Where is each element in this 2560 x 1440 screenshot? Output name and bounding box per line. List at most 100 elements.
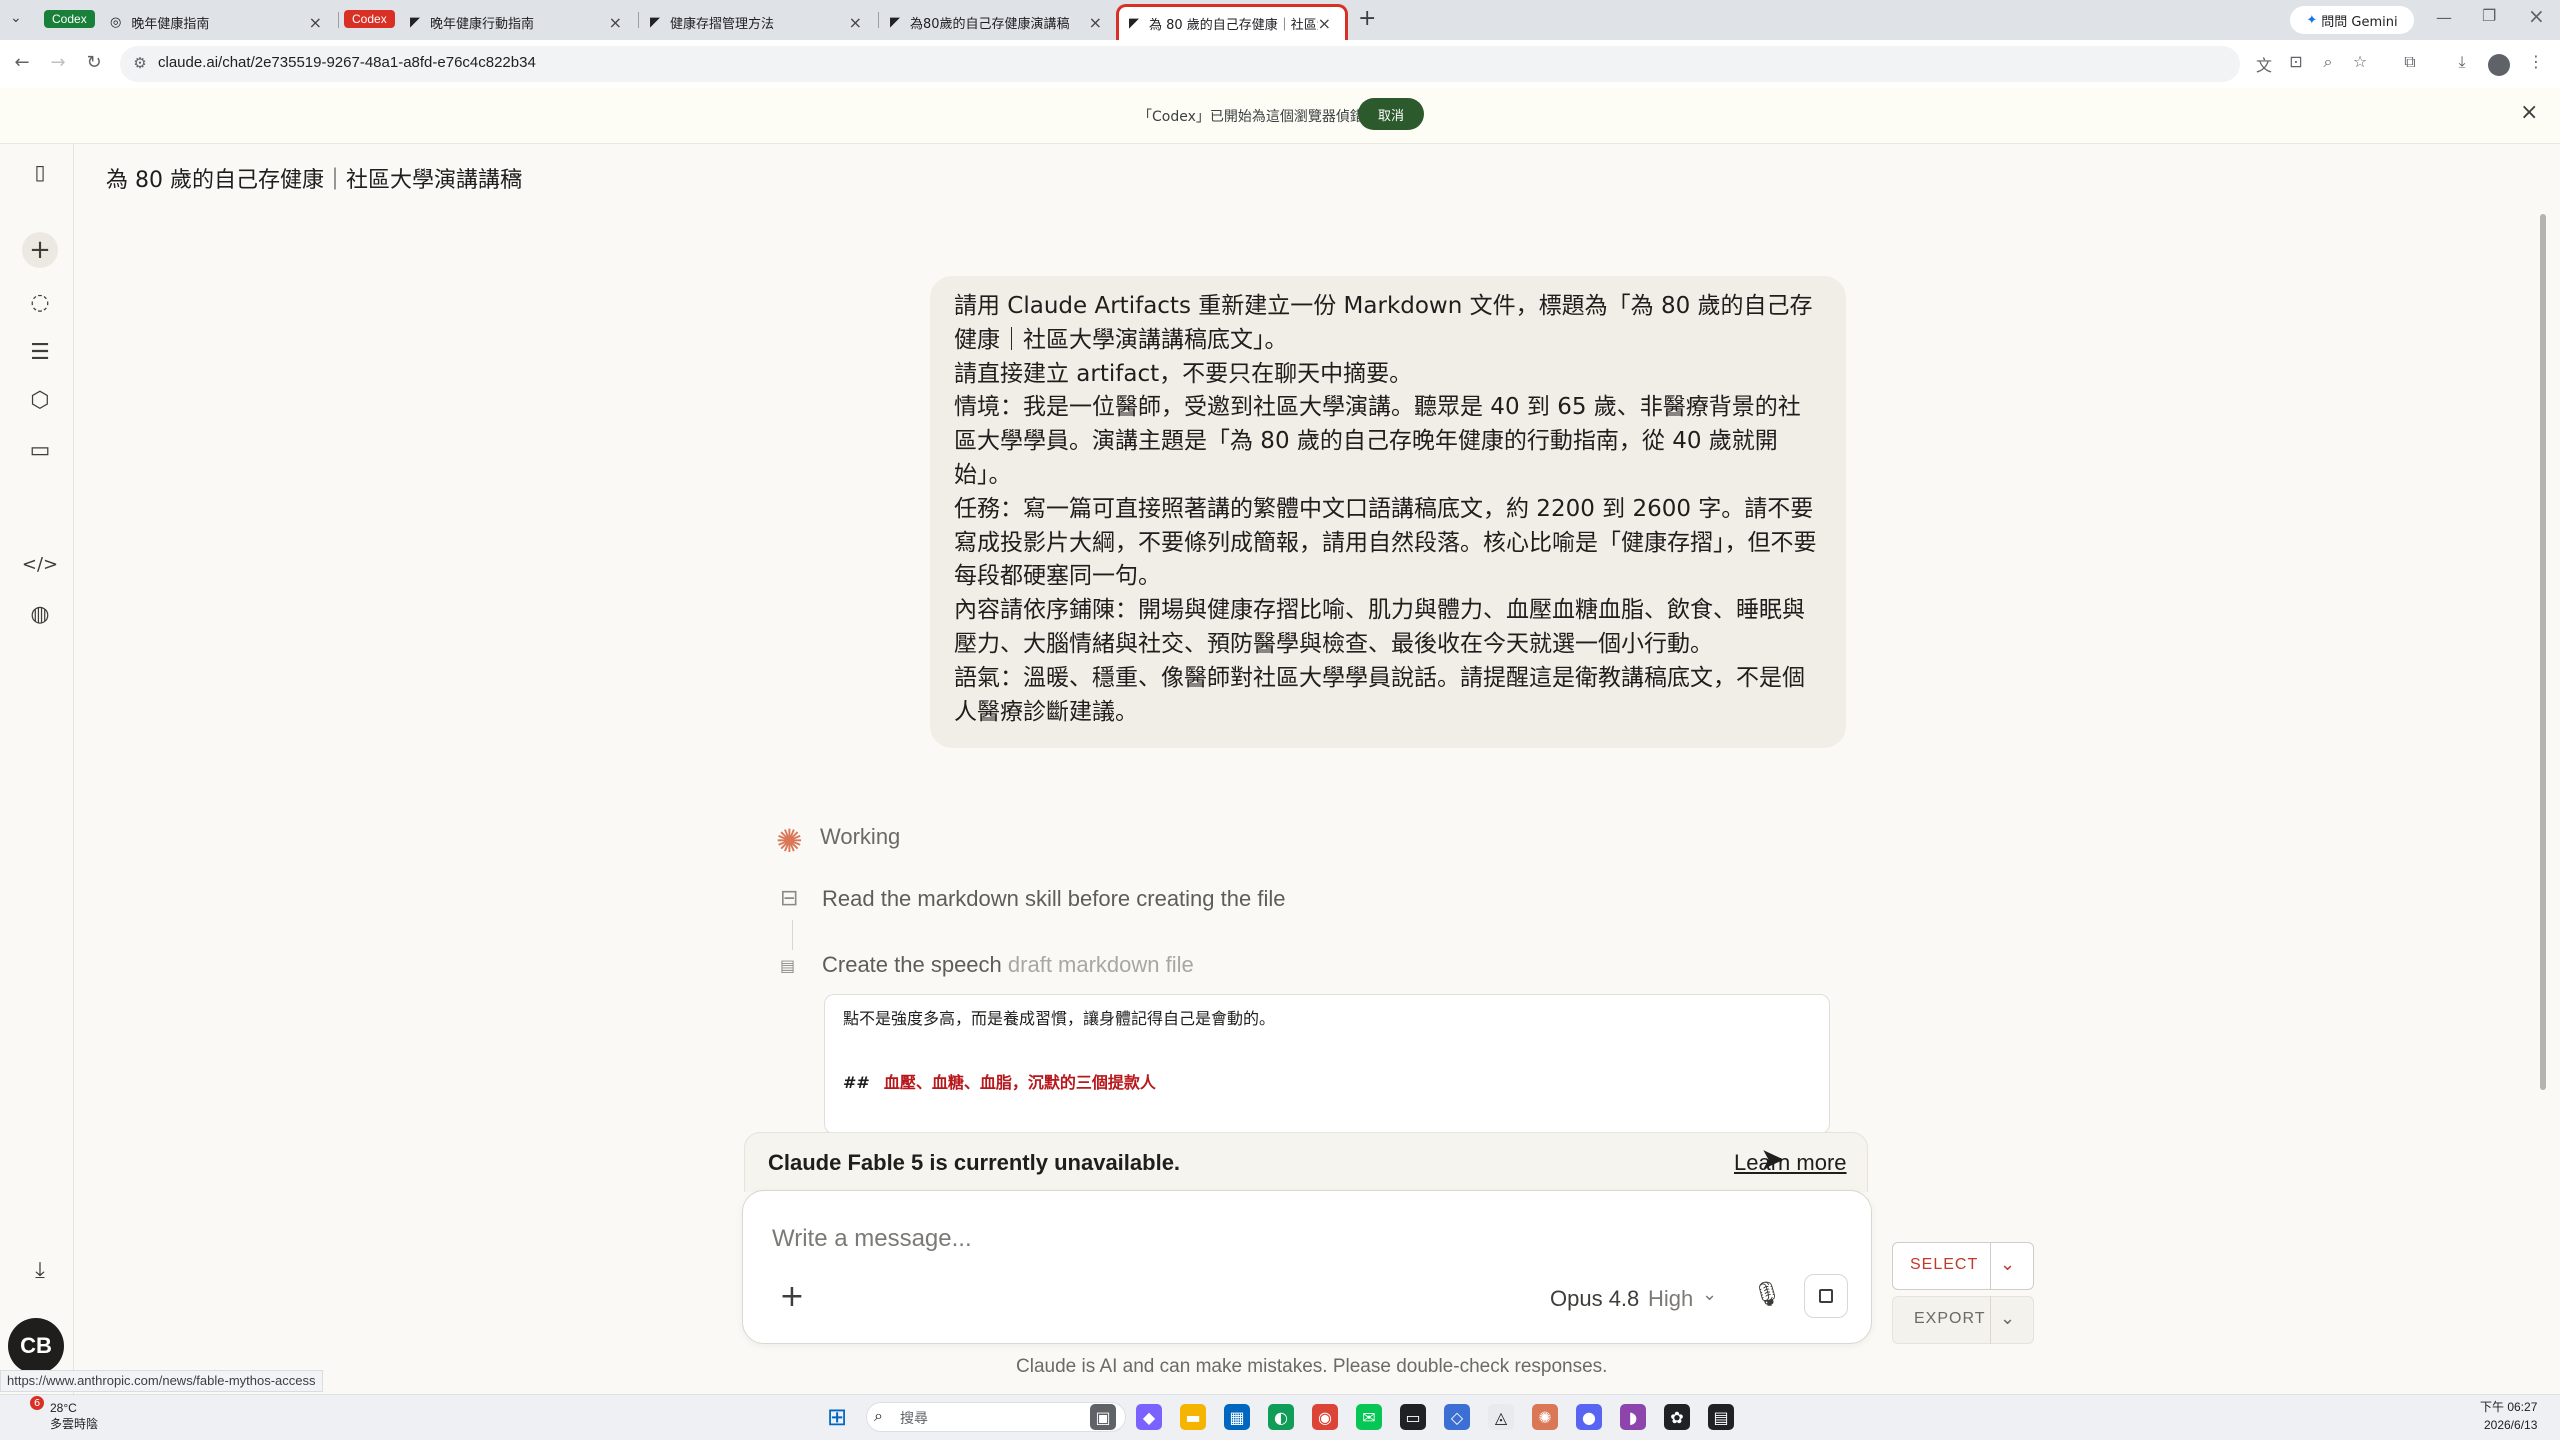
model-selector[interactable]: Opus 4.8 xyxy=(1550,1286,1639,1312)
tab-title: 晚年健康指南 xyxy=(131,16,210,32)
site-info-icon[interactable]: ⚙ xyxy=(128,54,152,72)
user-avatar[interactable]: CB xyxy=(8,1318,64,1374)
unavailable-message: Claude Fable 5 is currently unavailable. xyxy=(768,1150,1181,1175)
status-link-url: https://www.anthropic.com/news/fable-myt… xyxy=(0,1370,323,1392)
file-tree-icon: ⊟ xyxy=(780,886,799,911)
export-label[interactable]: EXPORT xyxy=(1914,1310,1986,1328)
conversation-title[interactable]: 為 80 歲的自己存健康｜社區大學演講講稿 xyxy=(106,162,522,194)
app-icon[interactable]: ▤ xyxy=(1708,1404,1734,1430)
terminal-icon[interactable]: ▭ xyxy=(1400,1404,1426,1430)
tab-title: 健康存摺管理方法 xyxy=(670,16,775,32)
select-label[interactable]: SELECT xyxy=(1910,1256,1978,1274)
composer xyxy=(742,1190,1872,1344)
widgets-app-icon[interactable]: ◆ xyxy=(1136,1404,1162,1430)
code-icon[interactable]: </> xyxy=(22,546,58,582)
chats-icon[interactable]: ◌ xyxy=(22,284,58,320)
scrollbar[interactable] xyxy=(2540,214,2546,1090)
new-tab-button[interactable]: + xyxy=(1358,6,1376,31)
tab-search-icon[interactable]: ⌄ xyxy=(10,10,22,26)
file-explorer-icon[interactable]: ▬ xyxy=(1180,1404,1206,1430)
infobar-cancel-button[interactable]: 取消 xyxy=(1358,98,1424,130)
gemini-icon: ✦ xyxy=(2306,12,2318,28)
bookmark-star-icon[interactable]: ☆ xyxy=(2348,52,2372,71)
step-read-skill: Read the markdown skill before creating … xyxy=(822,886,1286,911)
close-icon[interactable]: × xyxy=(1318,14,1331,33)
taskbar-search-placeholder: 搜尋 xyxy=(900,1411,928,1427)
openai-icon[interactable]: ✿ xyxy=(1664,1404,1690,1430)
briefcase-icon[interactable]: ▭ xyxy=(22,432,58,468)
close-icon[interactable]: × xyxy=(309,13,322,32)
edge-icon[interactable]: ◐ xyxy=(1268,1404,1294,1430)
tab-3[interactable]: ◤ 健康存摺管理方法 × xyxy=(640,4,876,40)
ask-gemini-button[interactable]: ✦ 問問 Gemini xyxy=(2290,6,2414,34)
learn-more-link[interactable]: Learn more xyxy=(1734,1150,1847,1176)
claude-icon: ◤ xyxy=(410,14,420,30)
tab-group-codex-badge-red[interactable]: Codex xyxy=(344,10,395,28)
window-close-button[interactable]: × xyxy=(2528,4,2545,28)
infobar-close-icon[interactable]: × xyxy=(2520,100,2538,125)
message-input[interactable] xyxy=(772,1222,1832,1256)
user-message-paragraph: 情境：我是一位醫師，受邀到社區大學演講。聽眾是 40 到 65 歲、非醫療背景的… xyxy=(954,394,1801,488)
chevron-down-icon[interactable]: ⌄ xyxy=(2000,1308,2015,1329)
chevron-down-icon[interactable]: ⌄ xyxy=(2000,1254,2015,1275)
projects-icon[interactable]: ☰ xyxy=(22,334,58,370)
windows-start-icon[interactable]: ⊞ xyxy=(824,1403,850,1431)
sidebar-toggle-icon[interactable]: ▯ xyxy=(22,154,58,190)
divider xyxy=(1990,1242,1991,1290)
search-icon: ⌕ xyxy=(874,1406,883,1425)
profile-avatar-icon[interactable] xyxy=(2488,54,2510,76)
extensions-icon[interactable]: ⧉ xyxy=(2398,52,2422,72)
tab-2[interactable]: ◤ 晚年健康行動指南 × xyxy=(400,4,636,40)
close-icon[interactable]: × xyxy=(1089,13,1102,32)
weather-widget[interactable]: 28°C 多雲時陰 xyxy=(50,1400,98,1432)
effort-selector[interactable]: High xyxy=(1648,1286,1693,1312)
download-icon[interactable]: ⤓ xyxy=(2450,52,2474,72)
system-clock[interactable]: 下午 06:27 2026/6/13 xyxy=(2480,1398,2537,1434)
working-status[interactable]: Working xyxy=(820,824,900,850)
close-icon[interactable]: × xyxy=(849,13,862,32)
vscode-icon[interactable]: ◇ xyxy=(1444,1404,1470,1430)
download-app-icon[interactable]: ⤓ xyxy=(22,1252,58,1288)
zoom-icon[interactable]: ⌕ xyxy=(2316,52,2340,72)
artifacts-icon[interactable]: ⬡ xyxy=(22,382,58,418)
claude-app-icon[interactable]: ✺ xyxy=(1532,1404,1558,1430)
minimize-button[interactable]: — xyxy=(2436,8,2452,27)
globe-icon: ◎ xyxy=(110,14,122,30)
install-app-icon[interactable]: ⊡ xyxy=(2284,52,2308,71)
tab-title: 為80歲的自己存健康演講稿 xyxy=(910,16,1070,32)
tab-4[interactable]: ◤ 為80歲的自己存健康演講稿 × xyxy=(880,4,1116,40)
tab-title: 晚年健康行動指南 xyxy=(430,16,535,32)
add-attachment-button[interactable]: + xyxy=(776,1279,808,1314)
disclaimer: Claude is AI and can make mistakes. Plea… xyxy=(1016,1356,1608,1377)
new-chat-icon[interactable]: + xyxy=(22,232,58,268)
close-icon[interactable]: × xyxy=(609,13,622,32)
more-menu-icon[interactable]: ⋮ xyxy=(2524,52,2548,71)
markdown-file-icon: ▤ xyxy=(780,956,796,975)
step-connector xyxy=(792,920,793,950)
user-message-paragraph: 請用 Claude Artifacts 重新建立一份 Markdown 文件，標… xyxy=(954,293,1813,353)
chevron-down-icon[interactable]: ⌄ xyxy=(1702,1284,1717,1305)
reload-icon[interactable]: ↻ xyxy=(82,52,106,73)
microphone-icon[interactable]: 🎙 xyxy=(1752,1280,1782,1308)
tab-group-codex-badge[interactable]: Codex xyxy=(44,10,95,28)
tab-5-active[interactable]: ◤ 為 80 歲的自己存健康｜社區大 × xyxy=(1116,4,1348,40)
forward-icon[interactable]: → xyxy=(46,52,70,73)
file-preview[interactable]: 點不是強度多高，而是養成習慣，讓身體記得自己是會動的。 ## 血壓、血糖、血脂，沉… xyxy=(824,994,1830,1134)
line-app-icon[interactable]: ✉ xyxy=(1356,1404,1382,1430)
translate-icon[interactable]: 文 xyxy=(2252,52,2276,76)
store-icon[interactable]: ▦ xyxy=(1224,1404,1250,1430)
palette-icon[interactable]: ◍ xyxy=(22,596,58,632)
infobar-message: 「Codex」已開始為這個瀏覽器偵錯 xyxy=(1138,109,1364,125)
stop-button[interactable] xyxy=(1804,1274,1848,1318)
app-icon[interactable]: ◬ xyxy=(1488,1404,1514,1430)
restore-button[interactable]: ❐ xyxy=(2482,6,2496,25)
chevron-down-icon[interactable]: ⌄ xyxy=(508,160,526,185)
back-icon[interactable]: ← xyxy=(10,52,34,73)
discord-icon[interactable]: ● xyxy=(1576,1404,1602,1430)
chrome-icon[interactable]: ◉ xyxy=(1312,1404,1338,1430)
app-icon[interactable]: ◗ xyxy=(1620,1404,1646,1430)
tab-1[interactable]: ◎ 晚年健康指南 × xyxy=(100,4,336,40)
preview-text-line: 點不是強度多高，而是養成習慣，讓身體記得自己是會動的。 xyxy=(843,1009,1276,1028)
task-view-icon[interactable]: ▣ xyxy=(1090,1404,1116,1430)
url-text[interactable]: claude.ai/chat/2e735519-9267-48a1-a8fd-e… xyxy=(158,54,536,71)
